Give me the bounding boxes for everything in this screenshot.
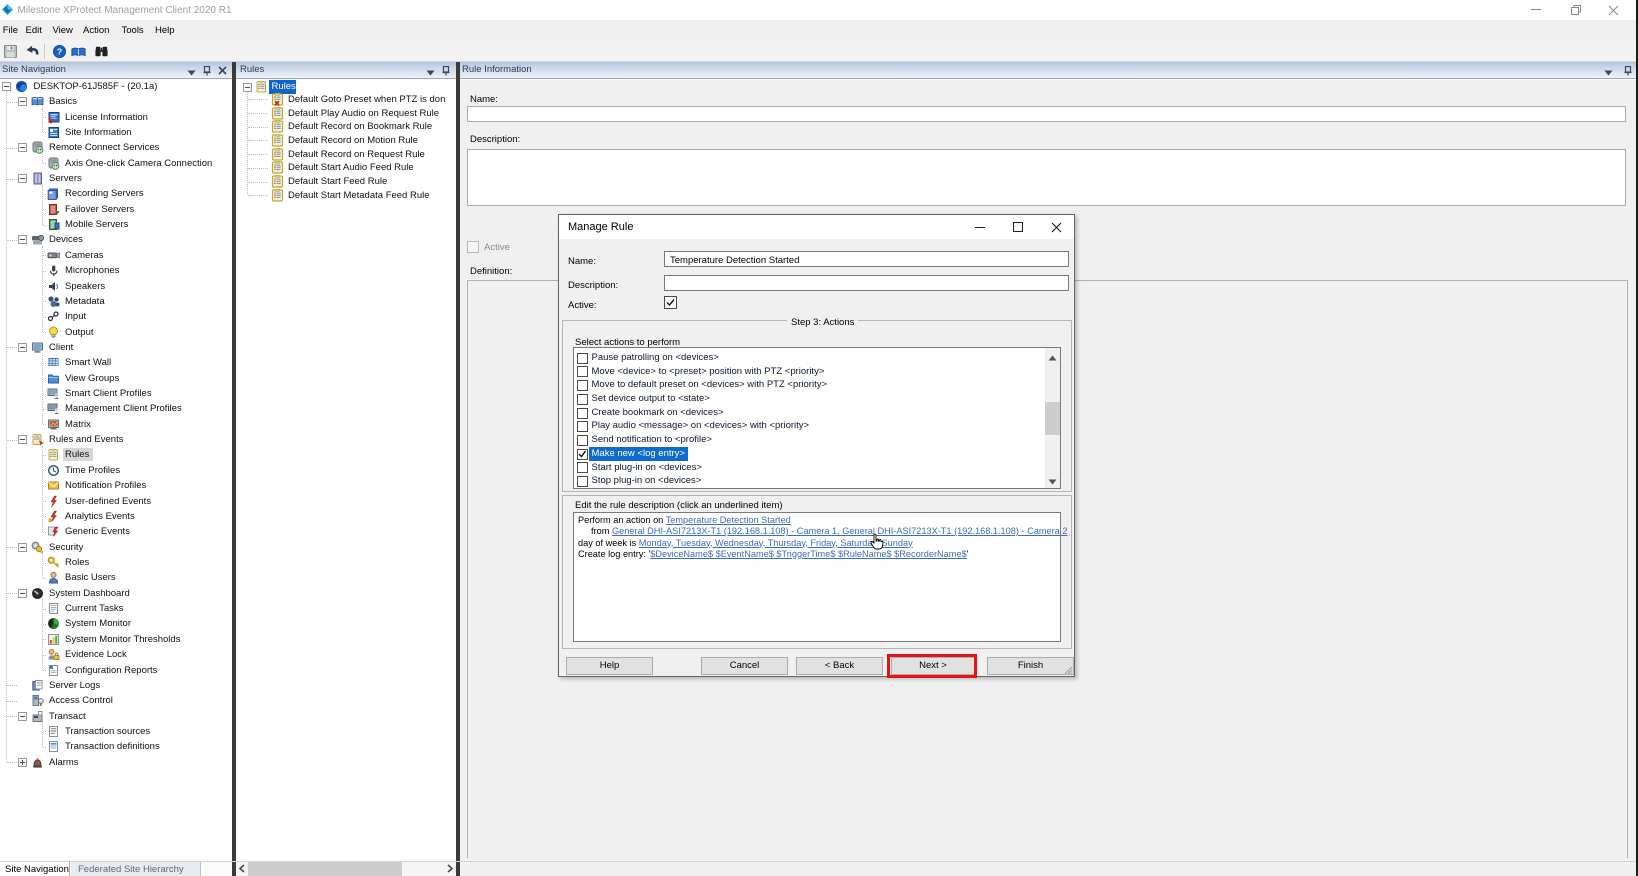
- svg-text:?: ?: [56, 47, 61, 57]
